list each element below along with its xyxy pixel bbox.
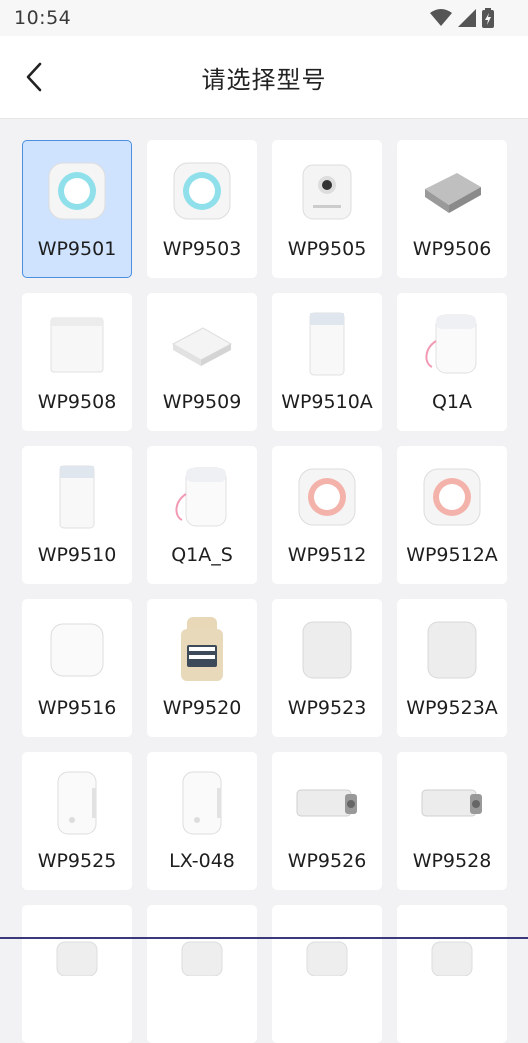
printer-flat-square-icon xyxy=(162,308,242,380)
model-card[interactable]: WP9503 xyxy=(147,140,257,278)
printer-partial-icon xyxy=(412,920,492,992)
model-card[interactable]: WP9508 xyxy=(22,293,132,431)
model-label: WP9528 xyxy=(412,850,492,872)
printer-keypad-icon xyxy=(162,614,242,686)
model-label: WP9508 xyxy=(37,391,117,413)
model-card[interactable]: WP9501 xyxy=(22,140,132,278)
app-bar: 请选择型号 xyxy=(0,36,528,119)
printer-white-box-icon xyxy=(37,308,117,380)
model-card[interactable]: WP9523 xyxy=(272,599,382,737)
model-label: WP9525 xyxy=(37,850,117,872)
model-card[interactable]: WP9520 xyxy=(147,599,257,737)
model-label: WP9523 xyxy=(287,697,367,719)
model-grid: WP9501 WP9503 WP9505 WP9506 WP9508 WP9509 WP95… xyxy=(22,140,512,1043)
status-time: 10:54 xyxy=(14,7,72,29)
model-card[interactable] xyxy=(147,905,257,1043)
model-card[interactable]: WP9528 xyxy=(397,752,507,890)
model-label: WP9510 xyxy=(37,544,117,566)
battery-icon xyxy=(482,8,494,28)
printer-camera-icon xyxy=(287,155,367,227)
printer-label-maker-icon xyxy=(162,767,242,839)
model-card[interactable]: WP9512 xyxy=(272,446,382,584)
printer-round-blue-icon xyxy=(37,155,117,227)
model-card[interactable]: WP9509 xyxy=(147,293,257,431)
model-label: WP9503 xyxy=(162,238,242,260)
printer-lanyard-icon xyxy=(412,308,492,380)
model-label: Q1A_S xyxy=(171,544,233,566)
model-card[interactable] xyxy=(22,905,132,1043)
printer-horizontal-icon xyxy=(412,767,492,839)
printer-rounded-square-icon xyxy=(287,614,367,686)
model-label: WP9506 xyxy=(412,238,492,260)
model-label: LX-048 xyxy=(169,850,235,872)
model-label: WP9510A xyxy=(281,391,373,413)
model-label: Q1A xyxy=(431,391,473,413)
model-card[interactable]: WP9523A xyxy=(397,599,507,737)
model-label: WP9520 xyxy=(162,697,242,719)
printer-lanyard-icon xyxy=(162,461,242,533)
model-card[interactable]: WP9506 xyxy=(397,140,507,278)
printer-partial-icon xyxy=(287,920,367,992)
model-label: WP9523A xyxy=(406,697,498,719)
model-label: WP9516 xyxy=(37,697,117,719)
printer-round-blue-icon xyxy=(162,155,242,227)
printer-horizontal-icon xyxy=(287,767,367,839)
model-card[interactable]: WP9505 xyxy=(272,140,382,278)
model-card[interactable]: Q1A xyxy=(397,293,507,431)
printer-partial-icon xyxy=(37,920,117,992)
status-bar: 10:54 xyxy=(0,0,528,36)
model-card[interactable]: WP9526 xyxy=(272,752,382,890)
printer-round-pink-icon xyxy=(287,461,367,533)
printer-tall-icon xyxy=(287,308,367,380)
printer-tall-icon xyxy=(37,461,117,533)
model-label: WP9501 xyxy=(37,238,117,260)
printer-flat-box-icon xyxy=(412,155,492,227)
model-card[interactable] xyxy=(397,905,507,1043)
signal-icon xyxy=(458,9,476,27)
wifi-icon xyxy=(430,9,452,26)
model-label: WP9526 xyxy=(287,850,367,872)
status-icons xyxy=(430,8,494,28)
model-card[interactable]: WP9525 xyxy=(22,752,132,890)
model-card[interactable]: LX-048 xyxy=(147,752,257,890)
model-label: WP9505 xyxy=(287,238,367,260)
model-label: WP9512A xyxy=(406,544,498,566)
model-card[interactable] xyxy=(272,905,382,1043)
printer-partial-icon xyxy=(162,920,242,992)
model-card[interactable]: WP9510 xyxy=(22,446,132,584)
model-card[interactable]: Q1A_S xyxy=(147,446,257,584)
printer-white-cube-icon xyxy=(37,614,117,686)
model-card[interactable]: WP9516 xyxy=(22,599,132,737)
page-title: 请选择型号 xyxy=(201,66,327,94)
printer-rounded-square-icon xyxy=(412,614,492,686)
model-card[interactable]: WP9510A xyxy=(272,293,382,431)
printer-label-maker-icon xyxy=(37,767,117,839)
model-label: WP9512 xyxy=(287,544,367,566)
printer-round-pink-icon xyxy=(412,461,492,533)
model-label: WP9509 xyxy=(162,391,242,413)
model-card[interactable]: WP9512A xyxy=(397,446,507,584)
